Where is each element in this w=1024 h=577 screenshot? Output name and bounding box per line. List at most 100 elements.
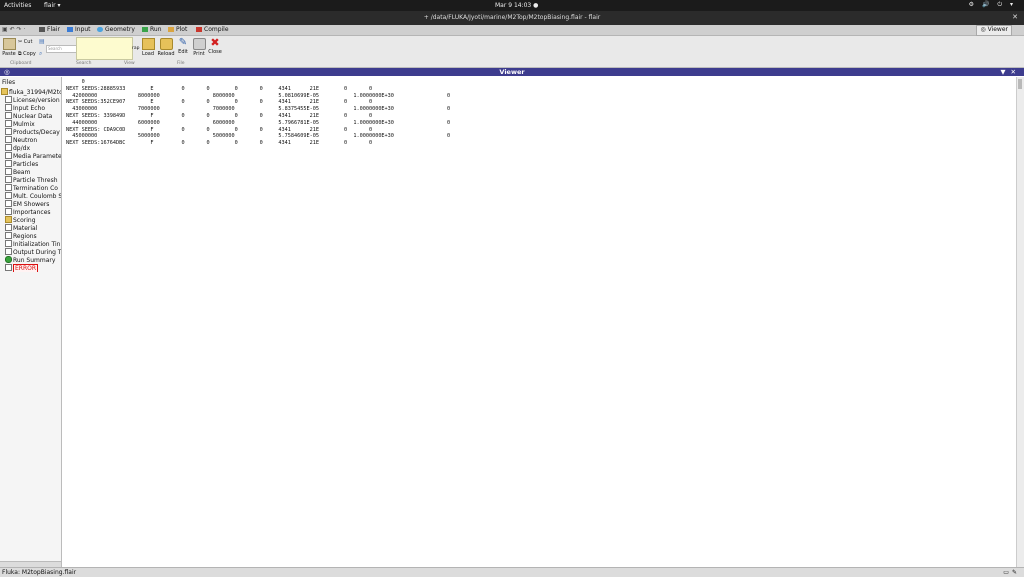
file-tree-items: fluka_31994/M2to License/version Input Ech… bbox=[0, 88, 61, 272]
system-top-bar: Activities flair ▾ Mar 9 14:03 ● ⚙ 🔊 ⏻ ▾ bbox=[0, 0, 1024, 11]
quick-access-icons[interactable]: ▣ ↶ ↷ · bbox=[2, 26, 25, 33]
tree-item[interactable]: License/version bbox=[0, 96, 61, 104]
tree-item-label: dp/dx bbox=[13, 145, 30, 152]
file-icon bbox=[5, 120, 12, 127]
tab-plot[interactable]: Plot bbox=[165, 26, 190, 34]
reload-button[interactable]: Reload bbox=[157, 38, 175, 57]
tab-viewer[interactable]: ◎ Viewer bbox=[976, 25, 1012, 36]
tree-item[interactable]: Run Summary bbox=[0, 256, 61, 264]
paste-button[interactable]: Paste bbox=[0, 38, 18, 57]
tree-item[interactable]: Media Paramete bbox=[0, 152, 61, 160]
window-close-icon[interactable]: ✕ bbox=[1012, 13, 1018, 21]
system-tray-icons[interactable]: ⚙ 🔊 ⏻ ▾ bbox=[969, 1, 1016, 9]
load-button[interactable]: Load bbox=[139, 38, 157, 57]
cut-button[interactable]: ✂ Cut bbox=[18, 39, 32, 45]
search-icon[interactable]: ⌕ bbox=[39, 50, 42, 58]
tab-compile[interactable]: Compile bbox=[193, 26, 232, 34]
copy-button[interactable]: ⧉ Copy bbox=[18, 51, 36, 57]
file-icon bbox=[5, 192, 12, 199]
activities-button[interactable]: Activities bbox=[4, 2, 31, 9]
file-tree-header: Files bbox=[2, 79, 16, 86]
note-area bbox=[76, 37, 133, 60]
tree-item[interactable]: ERROR bbox=[0, 264, 61, 272]
file-icon bbox=[5, 208, 12, 215]
group-label-clipboard: Clipboard bbox=[10, 61, 32, 66]
status-text: Fluka: M2topBiasing.flair bbox=[2, 569, 77, 576]
paste-icon bbox=[2, 38, 16, 50]
plot-icon bbox=[168, 27, 174, 32]
vertical-scrollbar[interactable] bbox=[1016, 77, 1024, 567]
tree-item-label: Regions bbox=[13, 233, 37, 240]
viewer-controls[interactable]: ▼✕ bbox=[1001, 68, 1021, 76]
tree-item[interactable]: Particle Thresh bbox=[0, 176, 61, 184]
file-icon bbox=[5, 224, 12, 231]
tree-item-label: Initialization Tin bbox=[13, 241, 61, 248]
tree-item-label: Scoring bbox=[13, 217, 36, 224]
file-icon bbox=[5, 128, 12, 135]
find-icon[interactable]: ▤ bbox=[39, 38, 45, 45]
tree-item-label: Mulmix bbox=[13, 121, 35, 128]
file-icon bbox=[5, 232, 12, 239]
tree-item-label: Neutron bbox=[13, 137, 38, 144]
tree-item[interactable]: Scoring bbox=[0, 216, 61, 224]
clock[interactable]: Mar 9 14:03 ● bbox=[495, 2, 538, 9]
tree-item[interactable]: fluka_31994/M2to bbox=[0, 88, 61, 96]
viewer-header: ◎ Viewer ▼✕ bbox=[0, 68, 1024, 76]
scrollbar-thumb[interactable] bbox=[1018, 79, 1022, 89]
tree-item[interactable]: Mult. Coulomb S bbox=[0, 192, 61, 200]
tree-item[interactable]: Regions bbox=[0, 232, 61, 240]
tab-geometry[interactable]: Geometry bbox=[94, 26, 138, 34]
file-icon bbox=[5, 152, 12, 159]
tree-item[interactable]: Initialization Tin bbox=[0, 240, 61, 248]
output-text-pane[interactable]: 0 NEXT SEEDS:28885933 E 0 0 0 0 4341 21E… bbox=[62, 77, 1016, 567]
tree-item-label: EM Showers bbox=[13, 201, 50, 208]
tree-item[interactable]: Mulmix bbox=[0, 120, 61, 128]
input-icon bbox=[67, 27, 73, 32]
tab-input[interactable]: Input bbox=[64, 26, 94, 34]
tree-item-label: fluka_31994/M2to bbox=[9, 89, 61, 96]
close-icon: ✖ bbox=[210, 36, 220, 49]
tree-item[interactable]: EM Showers bbox=[0, 200, 61, 208]
tree-item-label: Importances bbox=[13, 209, 51, 216]
tree-item[interactable]: Particles bbox=[0, 160, 61, 168]
tree-item[interactable]: Output During T bbox=[0, 248, 61, 256]
tree-item[interactable]: Input Echo bbox=[0, 104, 61, 112]
file-icon bbox=[5, 176, 12, 183]
window-title: + /data/FLUKA/Jyoti/marine/M2Top/M2topBi… bbox=[423, 14, 601, 21]
tree-item[interactable]: Beam bbox=[0, 168, 61, 176]
window-title-bar: + /data/FLUKA/Jyoti/marine/M2Top/M2topBi… bbox=[0, 11, 1024, 25]
print-icon bbox=[192, 38, 206, 50]
tab-flair[interactable]: Flair bbox=[36, 26, 63, 34]
status-icons[interactable]: ▭✎ bbox=[1003, 569, 1020, 576]
search-input[interactable]: Search bbox=[46, 45, 77, 53]
tree-item[interactable]: dp/dx bbox=[0, 144, 61, 152]
run-icon bbox=[142, 27, 148, 32]
tree-item[interactable]: Material bbox=[0, 224, 61, 232]
file-tree: Files fluka_31994/M2to License/version Inp… bbox=[0, 77, 62, 567]
tree-item[interactable]: Products/Decay bbox=[0, 128, 61, 136]
tree-item-label: License/version bbox=[13, 97, 60, 104]
file-icon bbox=[5, 248, 12, 255]
file-icon bbox=[5, 184, 12, 191]
file-icon bbox=[5, 144, 12, 151]
tree-item-label: Particles bbox=[13, 161, 39, 168]
tree-item[interactable]: Termination Co bbox=[0, 184, 61, 192]
tree-item-label: Output During T bbox=[13, 249, 61, 256]
file-icon bbox=[5, 104, 12, 111]
file-icon bbox=[5, 96, 12, 103]
tab-run[interactable]: Run bbox=[139, 26, 165, 34]
close-file-button[interactable]: ✖ Close bbox=[206, 36, 224, 55]
geometry-icon bbox=[97, 27, 103, 32]
tree-item-label: Input Echo bbox=[13, 105, 46, 112]
load-folder-icon bbox=[141, 38, 155, 50]
menu-bar: ▣ ↶ ↷ · Flair Input Geometry Run Plot Co… bbox=[0, 25, 1024, 36]
flair-icon bbox=[39, 27, 45, 32]
file-icon bbox=[5, 160, 12, 167]
run-summary-icon bbox=[5, 256, 12, 263]
app-menu[interactable]: flair ▾ bbox=[44, 2, 61, 9]
tree-item[interactable]: Neutron bbox=[0, 136, 61, 144]
tree-item-label: Media Paramete bbox=[13, 153, 61, 160]
tree-item[interactable]: Importances bbox=[0, 208, 61, 216]
tree-item-label: Mult. Coulomb S bbox=[13, 193, 61, 200]
tree-item[interactable]: Nuclear Data bbox=[0, 112, 61, 120]
